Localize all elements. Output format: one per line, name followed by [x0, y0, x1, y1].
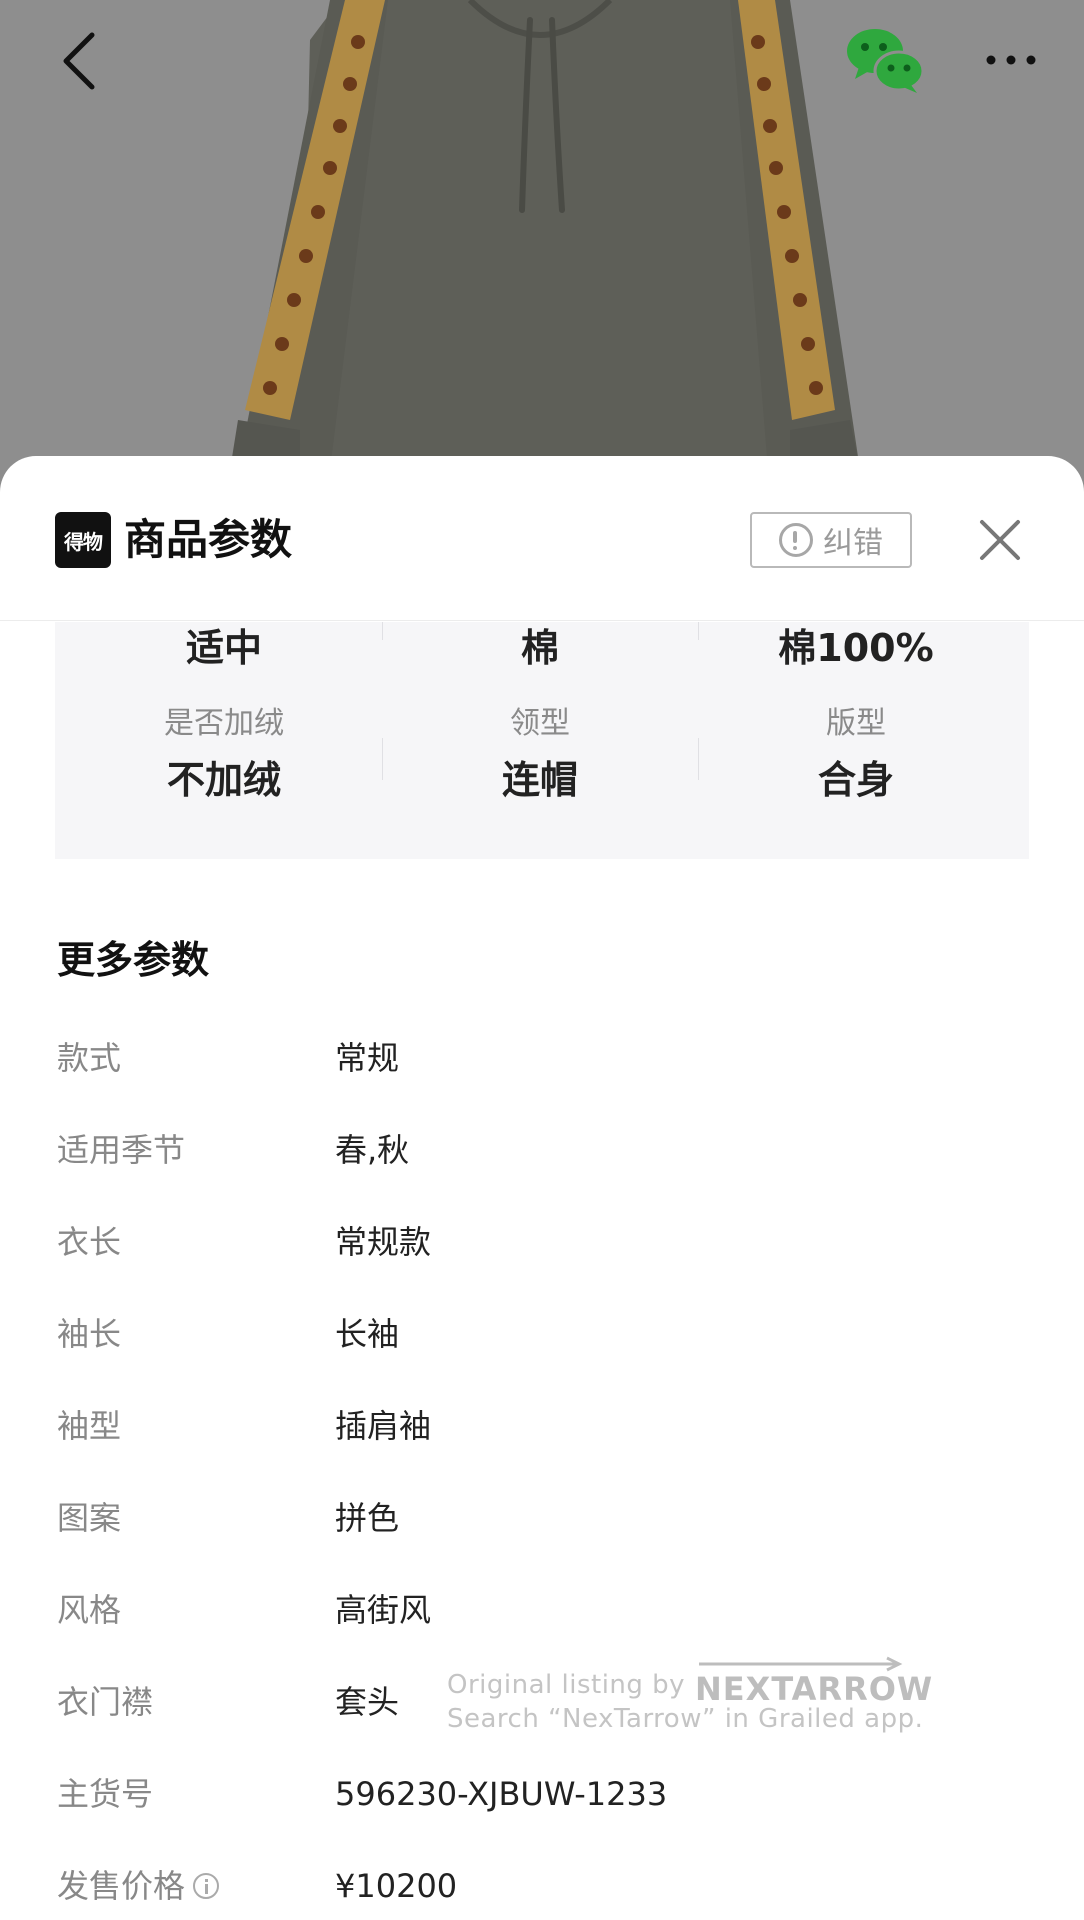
watermark-line1: Original listing by: [447, 1670, 686, 1700]
back-button[interactable]: [52, 28, 104, 94]
report-error-button[interactable]: 纠错: [750, 512, 912, 568]
sheet-header: 得物 商品参数 纠错: [0, 456, 1084, 621]
watermark: Original listing by NEXTARROW Search “Ne…: [447, 1656, 932, 1756]
watermark-line2: Search “NexTarrow” in Grailed app.: [447, 1704, 924, 1734]
param-row: 图案 拼色: [57, 1490, 1037, 1546]
param-row: 发售价格 ¥10200: [57, 1858, 1037, 1914]
more-params-title: 更多参数: [57, 938, 210, 982]
param-cell: 是否加绒 不加绒: [66, 704, 382, 806]
row-value: 套头: [335, 1683, 400, 1721]
row-value: 春,秋: [335, 1131, 410, 1169]
watermark-brand: NEXTARROW: [695, 1670, 934, 1708]
row-label: 主货号: [57, 1775, 154, 1813]
param-cell: 版型 合身: [698, 704, 1014, 806]
app-logo: 得物: [55, 512, 111, 568]
row-label: 风格: [57, 1591, 122, 1629]
param-label: 是否加绒: [164, 706, 284, 741]
param-row: 主货号 596230-XJBUW-1233: [57, 1766, 1037, 1822]
param-cell: 棉100%: [698, 622, 1014, 674]
alert-circle-icon: [779, 523, 813, 557]
param-value: 棉100%: [778, 626, 934, 670]
row-value: ¥10200: [335, 1867, 458, 1905]
row-value: 拼色: [335, 1499, 400, 1537]
close-icon: [980, 520, 1020, 560]
wechat-icon: [847, 29, 925, 93]
row-label: 衣长: [57, 1223, 122, 1261]
info-icon[interactable]: [193, 1873, 220, 1899]
row-label: 袖长: [57, 1315, 122, 1353]
more-dots-icon: [986, 55, 1036, 65]
row-label: 衣门襟: [57, 1683, 154, 1721]
row-label-text: 发售价格: [57, 1867, 186, 1905]
param-value: 适中: [185, 626, 262, 670]
param-label: 版型: [826, 706, 886, 741]
product-params-sheet: 得物 商品参数 纠错 适中 棉 棉100% 是否加绒 不加绒 领型 连帽 版型 …: [0, 456, 1084, 1920]
sheet-title: 商品参数: [124, 515, 293, 564]
row-value: 高街风: [335, 1591, 432, 1629]
row-value: 长袖: [335, 1315, 400, 1353]
param-cell: 领型 连帽: [382, 704, 698, 806]
param-cell: 棉: [382, 622, 698, 674]
param-row: 袖长 长袖: [57, 1306, 1037, 1362]
close-button[interactable]: [972, 512, 1028, 568]
row-label: 款式: [57, 1039, 122, 1077]
param-row: 衣长 常规款: [57, 1214, 1037, 1270]
row-label: 适用季节: [57, 1131, 186, 1169]
params-grid: 适中 棉 棉100% 是否加绒 不加绒 领型 连帽 版型 合身: [55, 622, 1029, 859]
row-value: 596230-XJBUW-1233: [335, 1775, 668, 1813]
param-row: 适用季节 春,秋: [57, 1122, 1037, 1178]
row-value: 常规: [335, 1039, 400, 1077]
chevron-left-icon: [63, 32, 95, 90]
param-row: 袖型 插肩袖: [57, 1398, 1037, 1454]
param-value: 棉: [520, 626, 559, 670]
param-row: 风格 高街风: [57, 1582, 1037, 1638]
wechat-share-button[interactable]: [845, 24, 925, 96]
param-value: 连帽: [501, 758, 578, 802]
row-value: 常规款: [335, 1223, 432, 1261]
report-error-label: 纠错: [823, 526, 883, 561]
row-label: 图案: [57, 1499, 122, 1537]
param-cell: 适中: [66, 622, 382, 674]
param-row: 款式 常规: [57, 1030, 1037, 1086]
param-value: 合身: [817, 758, 894, 802]
row-label: 发售价格: [57, 1858, 220, 1914]
more-button[interactable]: [978, 36, 1044, 84]
param-label: 领型: [510, 706, 570, 741]
param-value: 不加绒: [166, 758, 281, 802]
product-image: [0, 0, 1084, 470]
row-value: 插肩袖: [335, 1407, 432, 1445]
row-label: 袖型: [57, 1407, 122, 1445]
